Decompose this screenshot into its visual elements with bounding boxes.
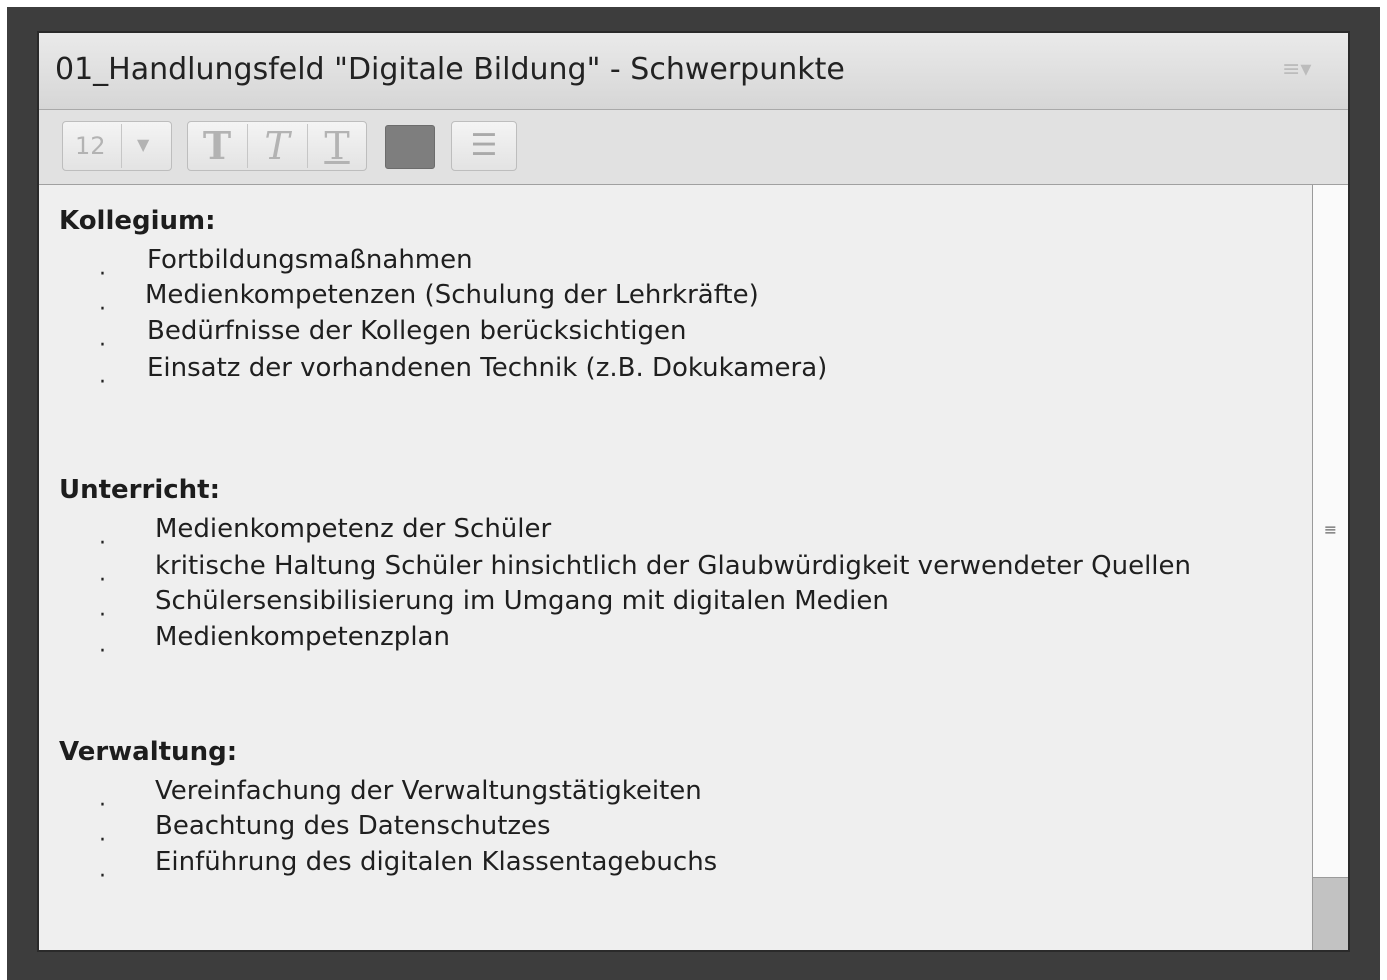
font-size-select[interactable]: 12 ▼ xyxy=(62,121,172,171)
list-item: Beachtung des Datenschutzes xyxy=(155,811,551,841)
bullet-icon: · xyxy=(99,333,106,358)
notes-content[interactable]: Kollegium: · Fortbildungsmaßnahmen · Med… xyxy=(39,185,1315,950)
list-item: kritische Haltung Schüler hinsichtlich d… xyxy=(155,551,1192,581)
italic-button[interactable]: T xyxy=(248,126,306,166)
scrollbar-thumb[interactable] xyxy=(1313,877,1348,950)
vertical-scrollbar[interactable]: ≡ xyxy=(1312,185,1348,950)
pod-title: 01_Handlungsfeld "Digitale Bildung" - Sc… xyxy=(55,52,845,87)
bullet-icon: · xyxy=(99,603,106,628)
list-item: Einsatz der vorhandenen Technik (z.B. Do… xyxy=(147,353,828,383)
bullet-icon: · xyxy=(99,793,106,818)
bullet-icon: · xyxy=(99,864,106,889)
section-heading-kollegium: Kollegium: xyxy=(59,206,216,236)
bullet-icon: · xyxy=(99,370,106,395)
scroll-grip-icon: ≡ xyxy=(1323,520,1338,539)
list-item: Medienkompetenzen (Schulung der Lehrkräf… xyxy=(145,280,759,310)
list-item: Einführung des digitalen Klassentagebuch… xyxy=(155,847,718,877)
list-item: Bedürfnisse der Kollegen berücksichtigen xyxy=(147,316,687,346)
bullet-icon: · xyxy=(99,262,106,287)
bulleted-list-icon: ☰ xyxy=(470,128,498,163)
list-item: Medienkompetenzplan xyxy=(155,622,450,652)
underline-button[interactable]: T xyxy=(308,126,366,166)
bullet-icon: · xyxy=(99,531,106,556)
bullet-icon: · xyxy=(99,639,106,664)
list-item: Medienkompetenz der Schüler xyxy=(155,514,552,544)
section-heading-unterricht: Unterricht: xyxy=(59,475,220,505)
menu-icon[interactable]: ≡▾ xyxy=(1282,59,1322,81)
list-item: Schülersensibilisierung im Umgang mit di… xyxy=(155,586,889,616)
section-heading-verwaltung: Verwaltung: xyxy=(59,737,238,767)
font-size-divider xyxy=(121,124,122,168)
bulleted-list-button[interactable]: ☰ xyxy=(451,121,517,171)
list-item: Vereinfachung der Verwaltungstätigkeiten xyxy=(155,776,702,806)
bullet-icon: · xyxy=(99,297,106,322)
chevron-down-icon[interactable]: ▼ xyxy=(137,135,149,154)
formatting-toolbar: 12 ▼ T T T ☰ xyxy=(39,110,1348,185)
bullet-icon: · xyxy=(99,828,106,853)
bullet-icon: · xyxy=(99,568,106,593)
list-item: Fortbildungsmaßnahmen xyxy=(147,245,473,275)
bold-button[interactable]: T xyxy=(188,126,246,166)
font-size-value: 12 xyxy=(75,132,106,160)
text-color-button[interactable] xyxy=(385,125,435,169)
text-style-group: T T T xyxy=(187,121,367,171)
notes-pod: 01_Handlungsfeld "Digitale Bildung" - Sc… xyxy=(37,31,1350,952)
pod-titlebar: 01_Handlungsfeld "Digitale Bildung" - Sc… xyxy=(39,33,1348,110)
